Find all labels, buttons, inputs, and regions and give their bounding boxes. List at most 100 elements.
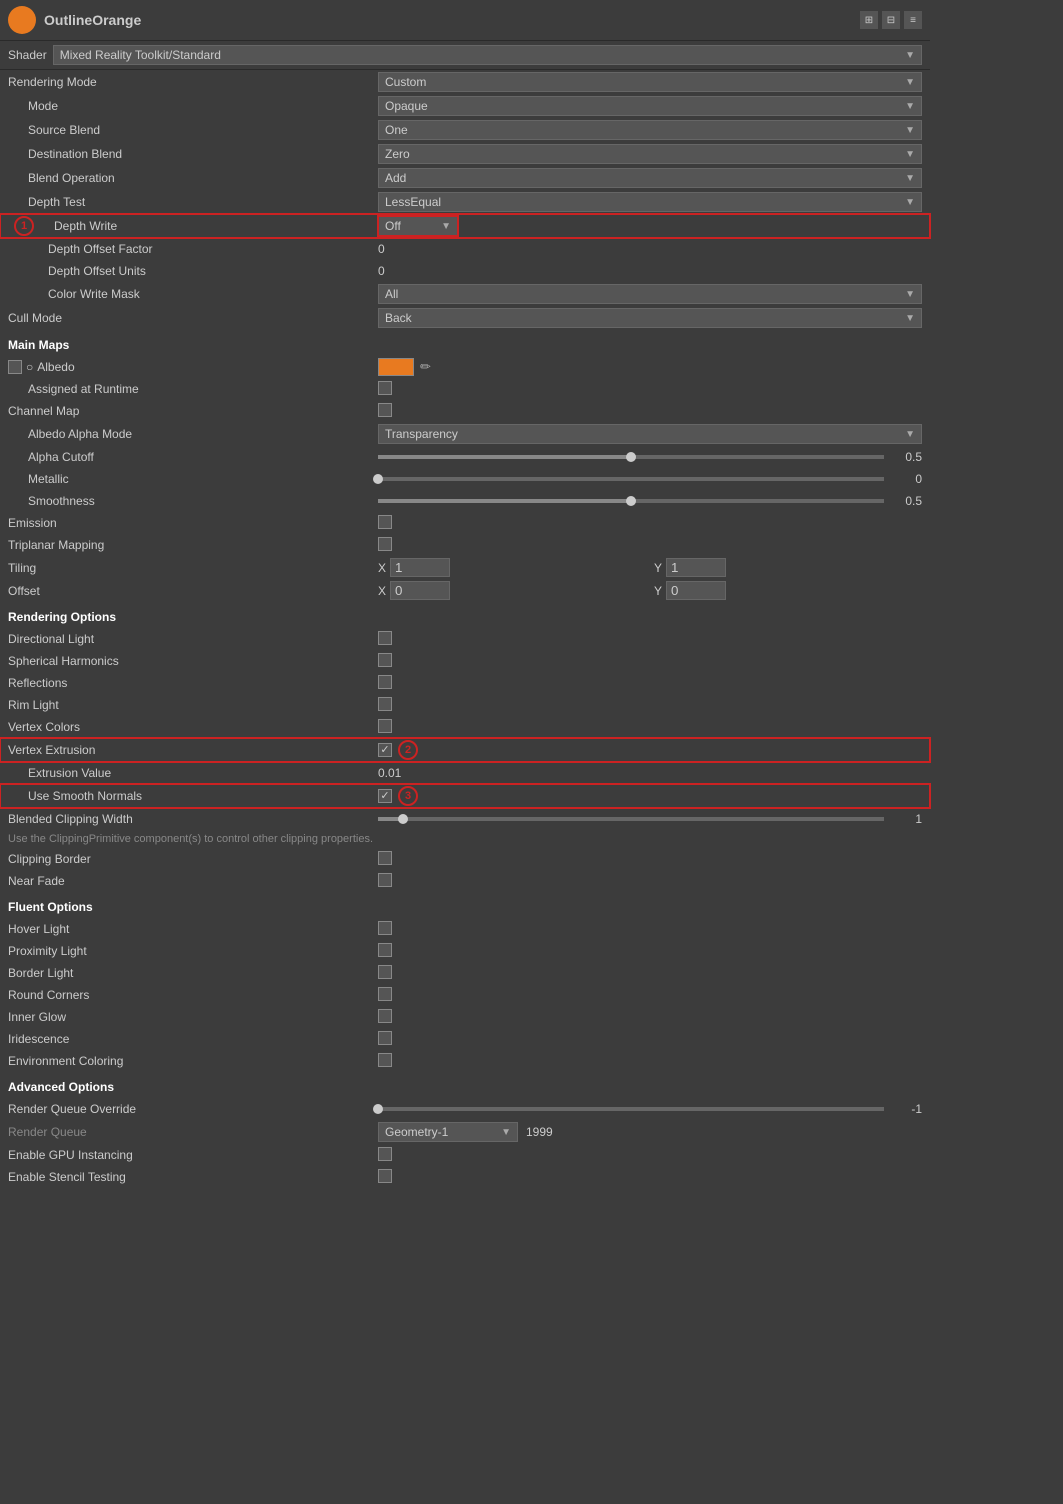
blended-clipping-track[interactable] <box>378 817 884 821</box>
round-corners-checkbox[interactable] <box>378 987 392 1001</box>
offset-y-input[interactable] <box>666 581 726 600</box>
smoothness-thumb[interactable] <box>626 496 636 506</box>
rim-light-label: Rim Light <box>8 698 378 712</box>
smoothness-label: Smoothness <box>8 494 378 508</box>
proximity-light-label: Proximity Light <box>8 944 378 958</box>
near-fade-checkbox[interactable] <box>378 873 392 887</box>
albedo-alpha-label: Albedo Alpha Mode <box>8 427 378 441</box>
round-corners-row: Round Corners <box>0 984 930 1006</box>
emission-label: Emission <box>8 516 378 530</box>
triplanar-row: Triplanar Mapping <box>0 534 930 556</box>
extrusion-value-label: Extrusion Value <box>8 766 378 780</box>
tiling-y-label: Y <box>654 561 662 575</box>
dock-icon[interactable]: ⊟ <box>882 11 900 29</box>
offset-x-input[interactable] <box>390 581 450 600</box>
emission-row: Emission <box>0 512 930 534</box>
cull-mode-dropdown[interactable]: Back ▼ <box>378 308 922 328</box>
metallic-track[interactable] <box>378 477 884 481</box>
metallic-row: Metallic 0 <box>0 468 930 490</box>
source-blend-dropdown[interactable]: One ▼ <box>378 120 922 140</box>
spherical-harmonics-checkbox[interactable] <box>378 653 392 667</box>
clipping-border-checkbox[interactable] <box>378 851 392 865</box>
border-light-row: Border Light <box>0 962 930 984</box>
depth-test-dropdown[interactable]: LessEqual ▼ <box>378 192 922 212</box>
channel-map-label: Channel Map <box>8 404 378 418</box>
albedo-row: ○ Albedo ✏ <box>0 356 930 378</box>
offset-row: Offset X Y <box>0 579 930 602</box>
vertex-colors-checkbox[interactable] <box>378 719 392 733</box>
metallic-thumb[interactable] <box>373 474 383 484</box>
clipping-info-text: Use the ClippingPrimitive component(s) t… <box>0 830 930 848</box>
color-write-mask-label: Color Write Mask <box>8 287 378 301</box>
smoothness-fill <box>378 499 631 503</box>
smoothness-track[interactable] <box>378 499 884 503</box>
vertex-extrusion-checkbox[interactable] <box>378 743 392 757</box>
render-queue-override-track[interactable] <box>378 1107 884 1111</box>
rendering-mode-dropdown[interactable]: Custom ▼ <box>378 72 922 92</box>
albedo-edit-icon[interactable]: ✏ <box>420 359 431 375</box>
blended-clipping-slider-row: 1 <box>378 812 922 826</box>
assigned-runtime-checkbox[interactable] <box>378 381 392 395</box>
reflections-checkbox[interactable] <box>378 675 392 689</box>
depth-offset-units-label: Depth Offset Units <box>8 264 378 278</box>
render-queue-override-row: Render Queue Override -1 <box>0 1098 930 1120</box>
border-light-checkbox[interactable] <box>378 965 392 979</box>
spherical-harmonics-row: Spherical Harmonics <box>0 650 930 672</box>
render-queue-dropdown[interactable]: Geometry-1 ▼ <box>378 1122 518 1142</box>
shader-dropdown[interactable]: Mixed Reality Toolkit/Standard ▼ <box>53 45 922 65</box>
color-write-mask-dropdown[interactable]: All ▼ <box>378 284 922 304</box>
environment-coloring-label: Environment Coloring <box>8 1054 378 1068</box>
mode-label: Mode <box>8 99 378 113</box>
blend-op-dropdown[interactable]: Add ▼ <box>378 168 922 188</box>
channel-map-checkbox[interactable] <box>378 403 392 417</box>
header-actions: ⊞ ⊟ ≡ <box>860 11 922 29</box>
source-blend-row: Source Blend One ▼ <box>0 118 930 142</box>
metallic-slider-row: 0 <box>378 472 922 486</box>
render-queue-override-value: -1 <box>892 1102 922 1116</box>
albedo-alpha-row: Albedo Alpha Mode Transparency ▼ <box>0 422 930 446</box>
annotation-2: 2 <box>398 740 418 760</box>
proximity-light-row: Proximity Light <box>0 940 930 962</box>
enable-gpu-checkbox[interactable] <box>378 1147 392 1161</box>
blend-op-label: Blend Operation <box>8 171 378 185</box>
triplanar-checkbox[interactable] <box>378 537 392 551</box>
round-corners-label: Round Corners <box>8 988 378 1002</box>
proximity-light-checkbox[interactable] <box>378 943 392 957</box>
render-queue-override-thumb[interactable] <box>373 1104 383 1114</box>
inner-glow-checkbox[interactable] <box>378 1009 392 1023</box>
vertex-colors-label: Vertex Colors <box>8 720 378 734</box>
emission-checkbox[interactable] <box>378 515 392 529</box>
metallic-label: Metallic <box>8 472 378 486</box>
alpha-cutoff-track[interactable] <box>378 455 884 459</box>
main-maps-header: Main Maps <box>0 330 930 356</box>
albedo-checkbox[interactable] <box>8 360 22 374</box>
near-fade-row: Near Fade <box>0 870 930 892</box>
smoothness-slider-row: 0.5 <box>378 494 922 508</box>
tiling-y-input[interactable] <box>666 558 726 577</box>
environment-coloring-checkbox[interactable] <box>378 1053 392 1067</box>
enable-stencil-checkbox[interactable] <box>378 1169 392 1183</box>
near-fade-label: Near Fade <box>8 874 378 888</box>
blended-clipping-thumb[interactable] <box>398 814 408 824</box>
render-queue-override-label: Render Queue Override <box>8 1102 378 1116</box>
albedo-alpha-dropdown[interactable]: Transparency ▼ <box>378 424 922 444</box>
dest-blend-dropdown[interactable]: Zero ▼ <box>378 144 922 164</box>
menu-icon[interactable]: ≡ <box>904 11 922 29</box>
hover-light-row: Hover Light <box>0 918 930 940</box>
alpha-cutoff-thumb[interactable] <box>626 452 636 462</box>
iridescence-checkbox[interactable] <box>378 1031 392 1045</box>
inner-glow-row: Inner Glow <box>0 1006 930 1028</box>
smoothness-value: 0.5 <box>892 494 922 508</box>
use-smooth-normals-checkbox[interactable] <box>378 789 392 803</box>
rendering-mode-row: Rendering Mode Custom ▼ <box>0 70 930 94</box>
tiling-x-input[interactable] <box>390 558 450 577</box>
mode-dropdown[interactable]: Opaque ▼ <box>378 96 922 116</box>
albedo-color-swatch[interactable] <box>378 358 414 376</box>
select-icon[interactable]: ⊞ <box>860 11 878 29</box>
hover-light-checkbox[interactable] <box>378 921 392 935</box>
depth-write-dropdown[interactable]: Off ▼ <box>378 216 458 236</box>
rim-light-checkbox[interactable] <box>378 697 392 711</box>
enable-gpu-row: Enable GPU Instancing <box>0 1144 930 1166</box>
directional-light-checkbox[interactable] <box>378 631 392 645</box>
extrusion-value-row: Extrusion Value 0.01 <box>0 762 930 784</box>
